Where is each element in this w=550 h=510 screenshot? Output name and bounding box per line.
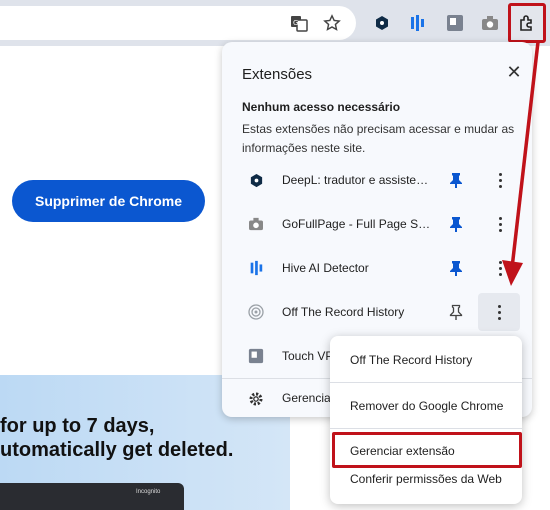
promo-line-2: utomatically get deleted. xyxy=(0,439,234,461)
camera-icon[interactable] xyxy=(476,9,504,37)
section-description: Estas extensões não precisam acessar e m… xyxy=(242,122,515,155)
menu-divider xyxy=(330,382,522,383)
menu-header[interactable]: Off The Record History xyxy=(330,344,522,376)
pin-icon[interactable] xyxy=(446,214,466,234)
deepl-icon xyxy=(246,170,266,190)
hive-icon[interactable] xyxy=(403,9,431,37)
touch-vpn-icon xyxy=(246,346,266,366)
close-icon[interactable]: ✕ xyxy=(504,62,524,82)
extension-row-deepl[interactable]: DeepL: tradutor e assistente de escrita xyxy=(222,158,532,202)
section-heading: Nenhum acesso necessário xyxy=(242,100,401,114)
more-options-icon[interactable] xyxy=(478,293,520,331)
incognito-label: Incognito xyxy=(136,489,161,495)
extension-row-hive[interactable]: Hive AI Detector xyxy=(222,246,532,290)
camera-icon xyxy=(246,214,266,234)
touch-vpn-icon[interactable] xyxy=(441,9,469,37)
more-options-icon[interactable] xyxy=(488,212,512,236)
panel-title: Extensões xyxy=(242,66,313,83)
target-icon xyxy=(246,302,266,322)
extension-name: GoFullPage - Full Page Screen Capture xyxy=(282,217,432,231)
extensions-button[interactable] xyxy=(508,3,546,43)
svg-text:G: G xyxy=(293,19,298,27)
remove-from-chrome-button[interactable]: Supprimer de Chrome xyxy=(12,180,205,222)
more-options-icon[interactable] xyxy=(488,256,512,280)
puzzle-icon xyxy=(520,15,532,31)
extension-row-off-the-record[interactable]: Off The Record History xyxy=(222,290,532,334)
star-icon[interactable] xyxy=(318,9,346,37)
pin-icon[interactable] xyxy=(446,170,466,190)
extension-context-menu: Off The Record History Remover do Google… xyxy=(330,336,522,504)
extension-row-gofullpage[interactable]: GoFullPage - Full Page Screen Capture xyxy=(222,202,532,246)
pin-outline-icon[interactable] xyxy=(446,302,466,322)
more-options-icon[interactable] xyxy=(488,168,512,192)
extension-name: DeepL: tradutor e assistente de escrita xyxy=(282,173,432,187)
menu-divider xyxy=(330,428,522,429)
deepl-icon[interactable] xyxy=(368,9,396,37)
gear-icon xyxy=(246,389,266,409)
hive-icon xyxy=(246,258,266,278)
menu-item-remove[interactable]: Remover do Google Chrome xyxy=(330,390,522,422)
highlight-box xyxy=(332,432,522,468)
translate-icon[interactable]: G xyxy=(285,9,313,37)
browser-toolbar: G xyxy=(0,0,550,46)
extension-name: Hive AI Detector xyxy=(282,261,369,275)
browser-preview: Incognito xyxy=(0,483,184,510)
extension-name: Off The Record History xyxy=(282,305,405,319)
pin-icon[interactable] xyxy=(446,258,466,278)
promo-line-1: for up to 7 days, xyxy=(0,415,155,437)
